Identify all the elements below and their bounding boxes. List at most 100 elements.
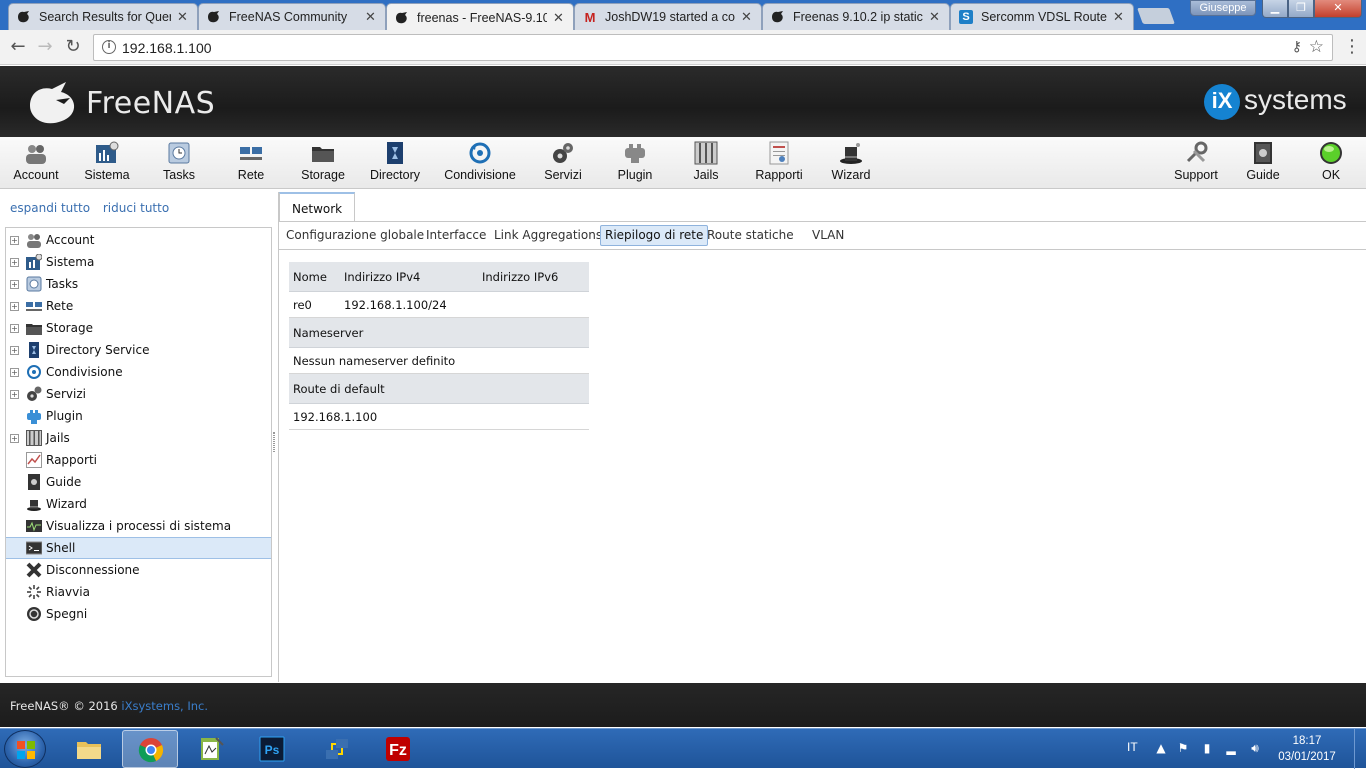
company-link[interactable]: iXsystems, Inc. (121, 699, 208, 713)
expand-icon[interactable]: + (10, 345, 19, 355)
close-icon[interactable]: ✕ (553, 10, 565, 26)
panel-splitter-handle[interactable] (273, 432, 275, 452)
topnav-plugin[interactable]: Plugin (612, 141, 658, 187)
tree-item-storage[interactable]: + Storage (6, 317, 271, 339)
address-url[interactable]: 192.168.1.100 (122, 40, 212, 56)
subtab-interfacce[interactable]: Interfacce (421, 225, 491, 246)
network-icon (240, 147, 262, 160)
topnav-condivisione[interactable]: Condivisione (442, 141, 518, 187)
tree-item-spegni[interactable]: Spegni (6, 603, 271, 625)
tree-item-shell[interactable]: Shell (6, 537, 271, 559)
taskbar-filezilla[interactable]: Fz (370, 730, 426, 768)
volume-icon[interactable]: 🔊︎ (1248, 741, 1262, 755)
taskbar-notepad[interactable] (183, 730, 239, 768)
taskbar-chrome[interactable] (122, 730, 178, 768)
taskbar-photoshop[interactable]: Ps (244, 730, 300, 768)
language-indicator[interactable]: IT (1127, 740, 1138, 754)
topnav-directory[interactable]: Directory (366, 141, 424, 187)
browser-tab-4[interactable]: Freenas 9.10.2 ip static ✕ (762, 3, 950, 30)
topnav-rete[interactable]: Rete (230, 141, 272, 187)
tab-network[interactable]: Network (279, 192, 356, 222)
power-icon[interactable]: ▮ (1200, 741, 1214, 755)
topnav-support[interactable]: Support (1168, 141, 1224, 187)
tree-item-disconnessione[interactable]: Disconnessione (6, 559, 271, 581)
taskbar-explorer[interactable] (61, 730, 117, 768)
taskbar-network-app[interactable] (309, 730, 365, 768)
expand-icon[interactable]: + (10, 389, 19, 399)
back-arrow-icon[interactable]: ← (7, 36, 29, 58)
browser-tab-0[interactable]: Search Results for Quer ✕ (8, 3, 198, 30)
topnav-tasks[interactable]: Tasks (156, 141, 202, 187)
subtab-riepilogo-di-rete[interactable]: Riepilogo di rete (600, 225, 709, 246)
topnav-sistema[interactable]: Sistema (80, 141, 134, 187)
topnav-rapporti[interactable]: Rapporti (752, 141, 806, 187)
tree-item-jails[interactable]: + Jails (6, 427, 271, 449)
info-icon[interactable]: i (102, 40, 116, 54)
topnav-storage[interactable]: Storage (296, 141, 350, 187)
start-button[interactable] (4, 730, 46, 768)
ixsystems-logo[interactable]: iX systems (1204, 82, 1356, 122)
topnav-status-ok[interactable]: OK (1312, 141, 1350, 187)
column-header-ipv4: Indirizzo IPv4 (344, 270, 421, 284)
browser-tab-5[interactable]: S Sercomm VDSL Router ✕ (950, 3, 1134, 30)
tree-item-directory-service[interactable]: + Directory Service (6, 339, 271, 361)
tree-item-servizi[interactable]: + Servizi (6, 383, 271, 405)
topnav-wizard[interactable]: Wizard (826, 141, 876, 187)
show-hidden-icons-icon[interactable]: ▲ (1154, 741, 1168, 755)
system-icon (26, 254, 42, 270)
tree-item-wizard[interactable]: Wizard (6, 493, 271, 515)
expand-icon[interactable]: + (10, 235, 19, 245)
tree-item-sistema[interactable]: + Sistema (6, 251, 271, 273)
subtab-route-statiche[interactable]: Route statiche (702, 225, 799, 246)
subtab-link-aggregations[interactable]: Link Aggregations (489, 225, 607, 246)
browser-tab-3[interactable]: M JoshDW19 started a con ✕ (574, 3, 762, 30)
action-center-flag-icon[interactable]: ⚑ (1176, 741, 1190, 755)
network-signal-icon[interactable]: ▂ (1224, 741, 1238, 755)
menu-dots-icon[interactable]: ⋮ (1343, 36, 1361, 58)
expand-all-link[interactable]: espandi tutto (10, 201, 90, 215)
browser-tab-1[interactable]: FreeNAS Community ✕ (198, 3, 386, 30)
expand-icon[interactable]: + (10, 257, 19, 267)
show-desktop-button[interactable] (1354, 729, 1366, 769)
topnav-account[interactable]: Account (8, 141, 64, 187)
expand-icon[interactable]: + (10, 301, 19, 311)
close-icon[interactable]: ✕ (929, 9, 941, 25)
freenas-logo[interactable]: FreeNAS (26, 80, 216, 126)
browser-tab-2[interactable]: freenas - FreeNAS-9.10 ✕ (386, 3, 574, 31)
close-window-button[interactable]: ✕ (1314, 0, 1362, 18)
topnav-jails[interactable]: Jails (684, 141, 728, 187)
subtab-vlan[interactable]: VLAN (807, 225, 849, 246)
topnav-servizi[interactable]: Servizi (540, 141, 586, 187)
maximize-button[interactable]: ❐ (1288, 0, 1314, 18)
expand-icon[interactable]: + (10, 433, 19, 443)
tree-item-rete[interactable]: + Rete (6, 295, 271, 317)
reload-icon[interactable]: ↻ (62, 36, 84, 58)
address-bar[interactable]: i 192.168.1.100 ⚷ ☆ (93, 34, 1333, 61)
tree-item-riavvia[interactable]: Riavvia (6, 581, 271, 603)
tree-item-system-processes[interactable]: Visualizza i processi di sistema (6, 515, 271, 537)
tree-item-rapporti[interactable]: Rapporti (6, 449, 271, 471)
collapse-all-link[interactable]: riduci tutto (103, 201, 169, 215)
close-icon[interactable]: ✕ (177, 9, 189, 25)
topnav-guide[interactable]: Guide (1242, 141, 1284, 187)
star-icon[interactable]: ☆ (1309, 37, 1324, 57)
topnav-label: OK (1321, 168, 1341, 182)
tree-item-plugin[interactable]: Plugin (6, 405, 271, 427)
tree-item-tasks[interactable]: + Tasks (6, 273, 271, 295)
expand-icon[interactable]: + (10, 367, 19, 377)
expand-icon[interactable]: + (10, 279, 19, 289)
tree-item-guide[interactable]: Guide (6, 471, 271, 493)
tree-item-condivisione[interactable]: + Condivisione (6, 361, 271, 383)
subtab-configurazione-globale[interactable]: Configurazione globale (281, 225, 429, 246)
close-icon[interactable]: ✕ (365, 9, 377, 25)
minimize-button[interactable]: ▁ (1262, 0, 1288, 18)
tree-item-account[interactable]: + Account (6, 229, 271, 251)
expand-icon[interactable]: + (10, 323, 19, 333)
new-tab-button[interactable] (1137, 8, 1175, 24)
clock-date: 03/01/2017 (1278, 751, 1336, 763)
forward-arrow-icon[interactable]: → (34, 36, 56, 58)
key-icon[interactable]: ⚷ (1292, 39, 1302, 55)
clock[interactable]: 18:17 03/01/2017 (1272, 733, 1342, 765)
close-icon[interactable]: ✕ (1113, 9, 1125, 25)
close-icon[interactable]: ✕ (741, 9, 753, 25)
